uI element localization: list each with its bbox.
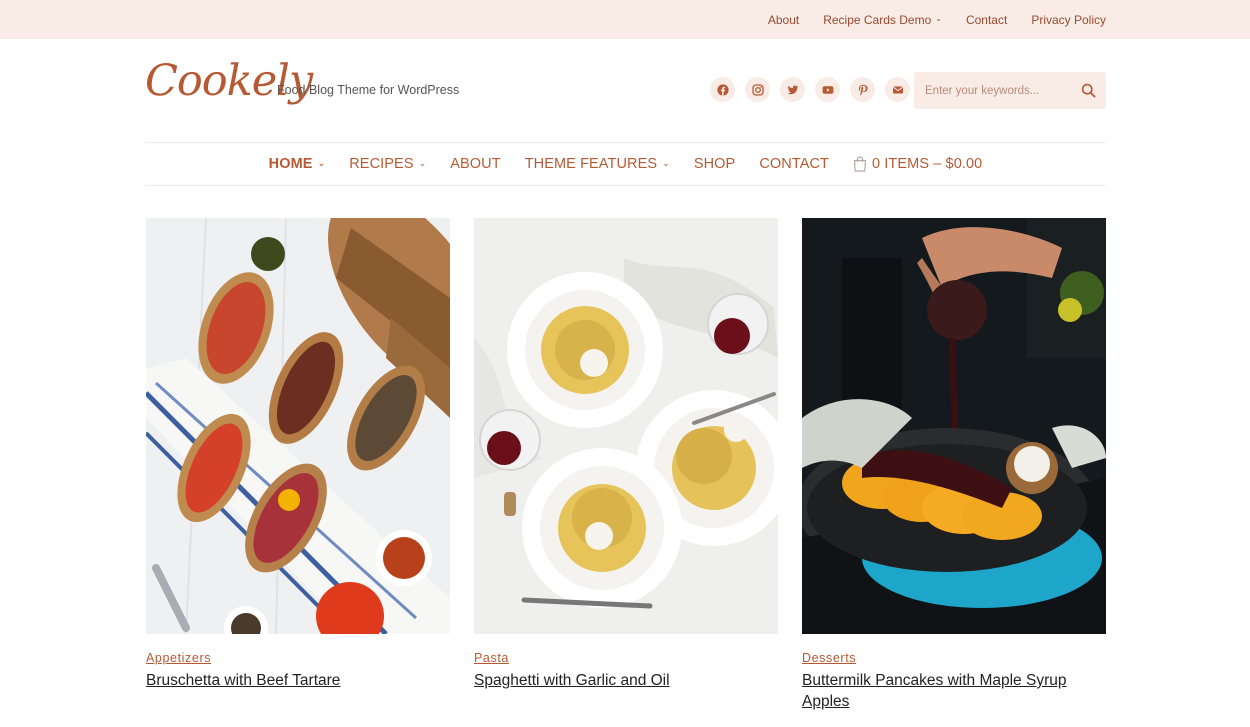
pinterest-icon[interactable] [850,77,875,102]
post-thumbnail[interactable] [802,218,1106,634]
shopping-bag-icon [853,156,867,172]
pancakes-image [802,218,1106,634]
nav-item-shop[interactable]: SHOP [694,156,736,172]
nav-item-recipes[interactable]: RECIPES ⌄ [349,156,426,172]
site-tagline: Food Blog Theme for WordPress [277,83,460,97]
post-title[interactable]: Buttermilk Pancakes with Maple Syrup App… [802,670,1106,712]
facebook-icon[interactable] [710,77,735,102]
nav-item-theme-features[interactable]: THEME FEATURES ⌄ [525,156,670,172]
top-nav-privacy-label: Privacy Policy [1031,12,1106,27]
top-nav-recipe-cards-demo[interactable]: Recipe Cards Demo ⌄ [823,13,942,27]
post-thumbnail[interactable] [146,218,450,634]
twitter-icon[interactable] [780,77,805,102]
post-category[interactable]: Pasta [474,651,778,665]
nav-item-home[interactable]: HOME ⌄ [269,156,326,172]
post-category[interactable]: Appetizers [146,651,450,665]
nav-item-shop-label: SHOP [693,156,736,172]
post-title[interactable]: Bruschetta with Beef Tartare [146,670,450,691]
search-box [914,72,1106,109]
nav-item-about-label: ABOUT [450,156,501,172]
social-links [710,77,910,102]
youtube-icon[interactable] [815,77,840,102]
top-navigation: About Recipe Cards Demo ⌄ Contact Privacy… [768,0,1106,39]
top-nav-contact-label: Contact [965,12,1008,27]
nav-item-contact-label: CONTACT [759,156,830,172]
nav-item-recipes-label: RECIPES [349,156,414,172]
nav-item-home-label: HOME [268,156,313,172]
post-card: Appetizers Bruschetta with Beef Tartare [146,218,450,691]
nav-item-about[interactable]: ABOUT [450,156,500,172]
main-navigation: HOME ⌄ RECIPES ⌄ ABOUT THEME FEATURES ⌄ SHO… [145,143,1106,185]
post-card: Pasta Spaghetti with Garlic and Oil [474,218,778,691]
chevron-down-icon: ⌄ [418,157,427,168]
post-thumbnail[interactable] [474,218,778,634]
nav-item-contact[interactable]: CONTACT [759,156,829,172]
chevron-down-icon: ⌄ [317,157,326,168]
post-category[interactable]: Desserts [802,651,1106,665]
top-bar: About Recipe Cards Demo ⌄ Contact Privacy… [0,0,1250,39]
top-nav-privacy-policy[interactable]: Privacy Policy [1031,13,1106,27]
top-nav-about[interactable]: About [768,13,799,27]
post-title[interactable]: Spaghetti with Garlic and Oil [474,670,778,691]
top-nav-contact[interactable]: Contact [966,13,1007,27]
search-icon[interactable] [1081,83,1096,98]
site-logo[interactable]: Cookely [145,56,313,106]
nav-item-theme-features-label: THEME FEATURES [524,156,658,172]
bruschetta-image [146,218,450,634]
cart-summary: 0 ITEMS – $0.00 [872,156,983,172]
instagram-icon[interactable] [745,77,770,102]
post-card: Desserts Buttermilk Pancakes with Maple … [802,218,1106,712]
search-input[interactable] [925,84,1075,97]
nav-divider-bottom [145,185,1106,186]
chevron-down-icon: ⌄ [662,157,670,168]
chevron-down-icon: ⌄ [935,13,942,23]
spaghetti-image [474,218,778,634]
email-icon[interactable] [885,77,910,102]
top-nav-about-label: About [767,12,800,27]
cart-link[interactable]: 0 ITEMS – $0.00 [853,156,982,172]
top-nav-recipe-cards-label: Recipe Cards Demo [823,12,932,27]
